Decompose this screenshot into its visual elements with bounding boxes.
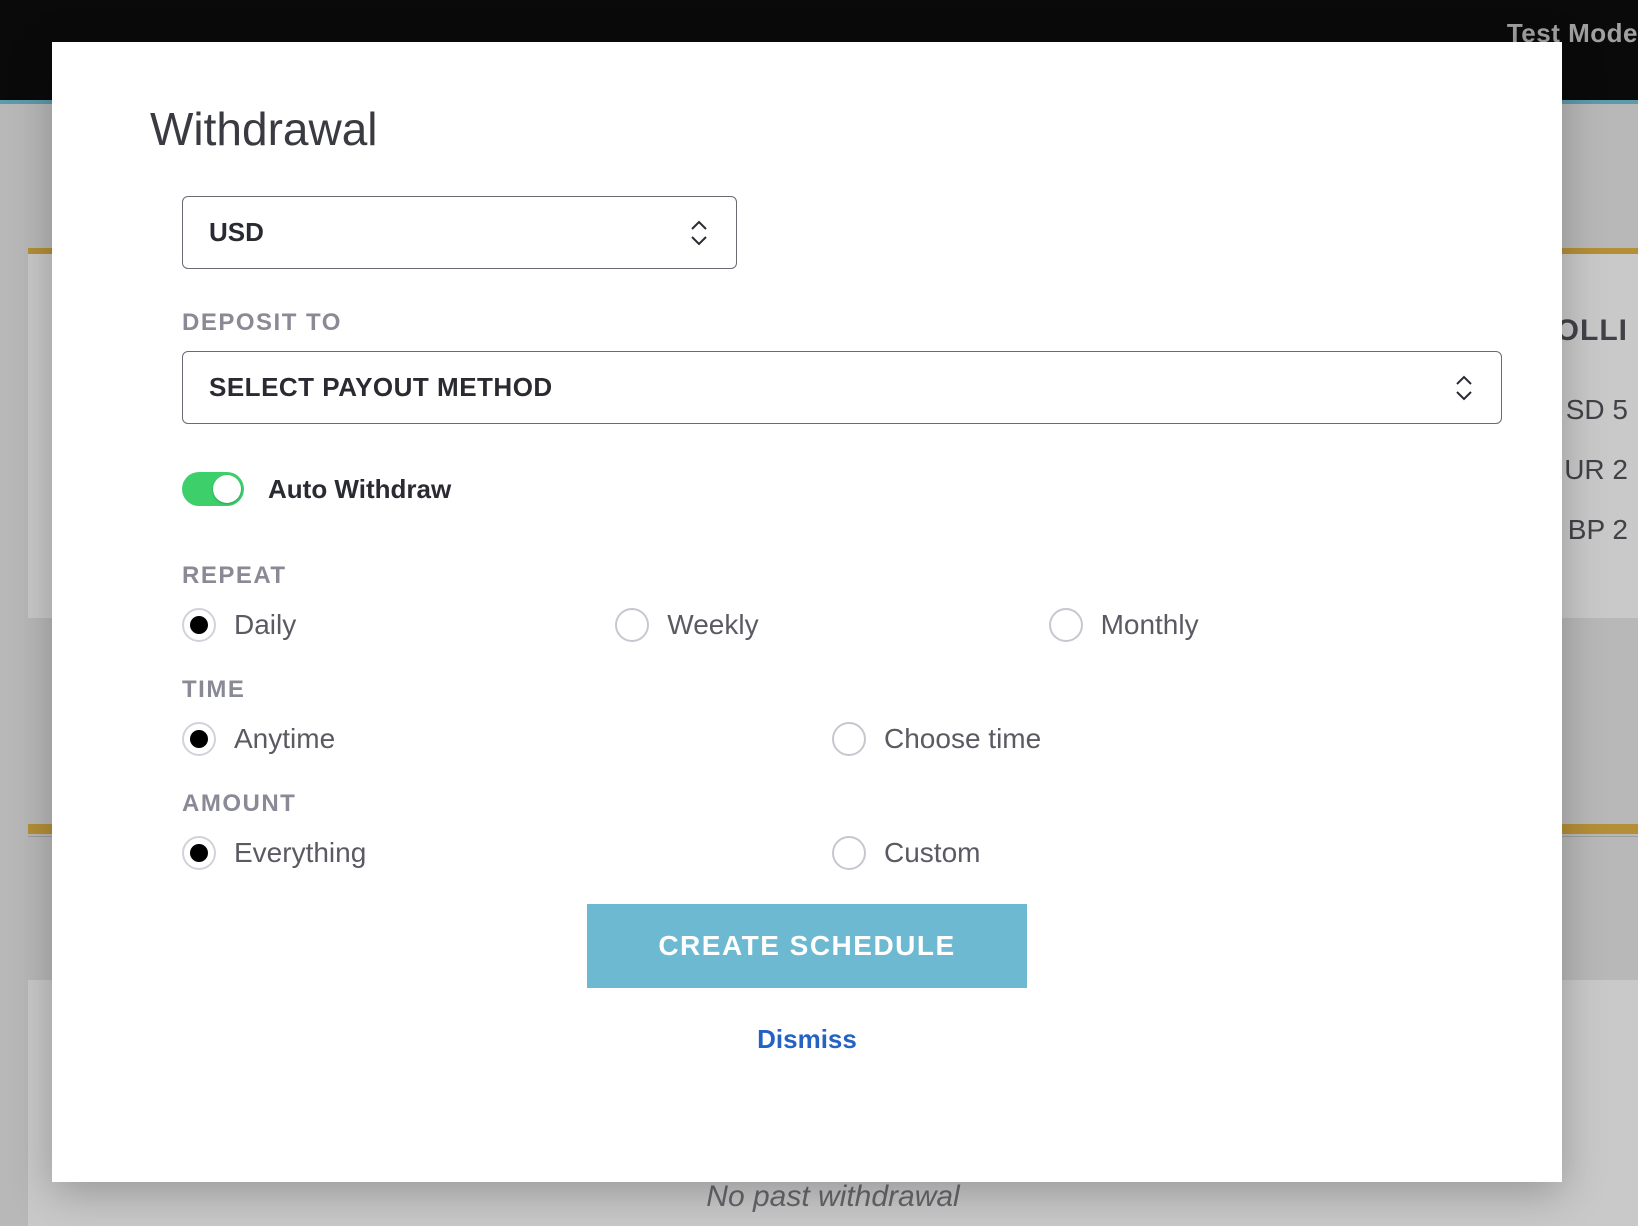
chevron-updown-icon [688,219,710,247]
repeat-option-monthly[interactable]: Monthly [1049,602,1482,648]
radio-label: Daily [234,609,296,641]
time-group: TIME Anytime Choose time [182,676,1482,762]
payout-method-select[interactable]: SELECT PAYOUT METHOD [182,351,1502,424]
radio-icon [832,722,866,756]
radio-label: Choose time [884,723,1041,755]
radio-icon [832,836,866,870]
repeat-option-daily[interactable]: Daily [182,602,615,648]
radio-icon [182,608,216,642]
time-option-choose[interactable]: Choose time [832,716,1482,762]
currency-select-value: USD [209,217,264,248]
create-schedule-button[interactable]: CREATE SCHEDULE [587,904,1027,988]
repeat-label: REPEAT [182,562,1482,590]
repeat-group: REPEAT Daily Weekly Monthly [182,562,1482,648]
amount-option-everything[interactable]: Everything [182,830,832,876]
dismiss-link[interactable]: Dismiss [132,1024,1482,1055]
amount-group: AMOUNT Everything Custom [182,790,1482,876]
auto-withdraw-label: Auto Withdraw [268,474,451,505]
amount-option-custom[interactable]: Custom [832,830,1482,876]
payout-method-value: SELECT PAYOUT METHOD [209,372,553,403]
toggle-knob [213,475,241,503]
radio-icon [182,722,216,756]
auto-withdraw-toggle[interactable] [182,472,244,506]
withdrawal-modal: Withdrawal USD DEPOSIT TO SELECT PAYOUT … [52,42,1562,1182]
currency-select[interactable]: USD [182,196,737,269]
amount-label: AMOUNT [182,790,1482,818]
modal-title: Withdrawal [150,102,1482,156]
radio-icon [1049,608,1083,642]
time-option-anytime[interactable]: Anytime [182,716,832,762]
repeat-option-weekly[interactable]: Weekly [615,602,1048,648]
radio-label: Everything [234,837,366,869]
radio-label: Monthly [1101,609,1199,641]
time-label: TIME [182,676,1482,704]
deposit-to-label: DEPOSIT TO [182,309,1482,337]
radio-icon [615,608,649,642]
radio-icon [182,836,216,870]
chevron-updown-icon [1453,374,1475,402]
radio-label: Custom [884,837,980,869]
radio-label: Anytime [234,723,335,755]
radio-label: Weekly [667,609,758,641]
